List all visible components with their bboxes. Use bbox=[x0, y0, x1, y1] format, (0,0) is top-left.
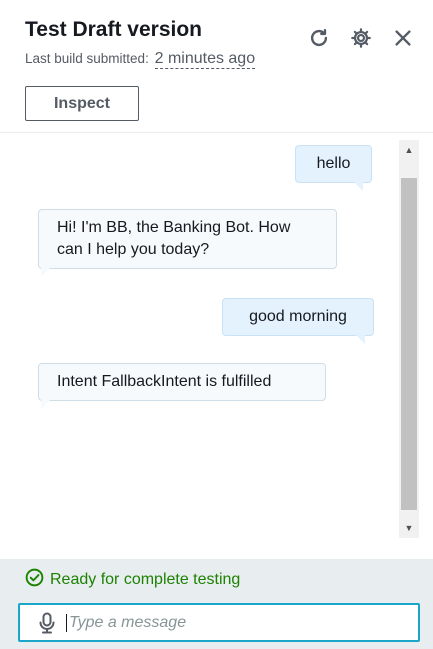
header-actions bbox=[307, 26, 415, 50]
message-text: hello bbox=[316, 155, 351, 172]
panel-title: Test Draft version bbox=[25, 18, 202, 41]
bubble-tail bbox=[41, 268, 50, 277]
test-panel-header: Test Draft version Last build submitted:… bbox=[0, 0, 433, 133]
status-text: Ready for complete testing bbox=[50, 571, 241, 588]
scroll-down-arrow-icon[interactable]: ▼ bbox=[399, 518, 419, 538]
microphone-icon[interactable] bbox=[36, 611, 58, 635]
message-text: Intent FallbackIntent is fulfilled bbox=[57, 373, 272, 390]
gear-icon[interactable] bbox=[349, 26, 373, 50]
bubble-tail bbox=[354, 182, 363, 191]
message-user-2: good morning bbox=[222, 298, 374, 344]
build-label: Last build submitted: bbox=[25, 51, 149, 66]
inspect-button[interactable]: Inspect bbox=[25, 86, 139, 121]
message-composer[interactable] bbox=[18, 603, 420, 642]
build-time[interactable]: 2 minutes ago bbox=[154, 50, 256, 69]
message-text: good morning bbox=[249, 308, 347, 325]
message-input[interactable] bbox=[66, 613, 396, 632]
build-status: Last build submitted: 2 minutes ago bbox=[25, 50, 256, 69]
chat-transcript: hello Hi! I'm BB, the Banking Bot. How c… bbox=[0, 134, 433, 558]
chat-footer: Ready for complete testing bbox=[0, 559, 433, 649]
message-bot-1: Hi! I'm BB, the Banking Bot. How can I h… bbox=[38, 209, 337, 277]
message-bot-2: Intent FallbackIntent is fulfilled bbox=[38, 363, 326, 409]
scrollbar-thumb[interactable] bbox=[401, 178, 417, 510]
message-user-1: hello bbox=[295, 145, 372, 191]
chat-scrollbar[interactable]: ▲ ▼ bbox=[399, 140, 419, 538]
bubble-tail bbox=[356, 335, 365, 344]
close-icon[interactable] bbox=[391, 26, 415, 50]
message-text: Hi! I'm BB, the Banking Bot. How bbox=[57, 219, 291, 236]
message-text: can I help you today? bbox=[57, 241, 210, 258]
refresh-icon[interactable] bbox=[307, 26, 331, 50]
testing-status: Ready for complete testing bbox=[25, 568, 240, 592]
scroll-up-arrow-icon[interactable]: ▲ bbox=[399, 140, 419, 160]
bubble-tail bbox=[41, 400, 50, 409]
check-circle-icon bbox=[25, 568, 44, 592]
